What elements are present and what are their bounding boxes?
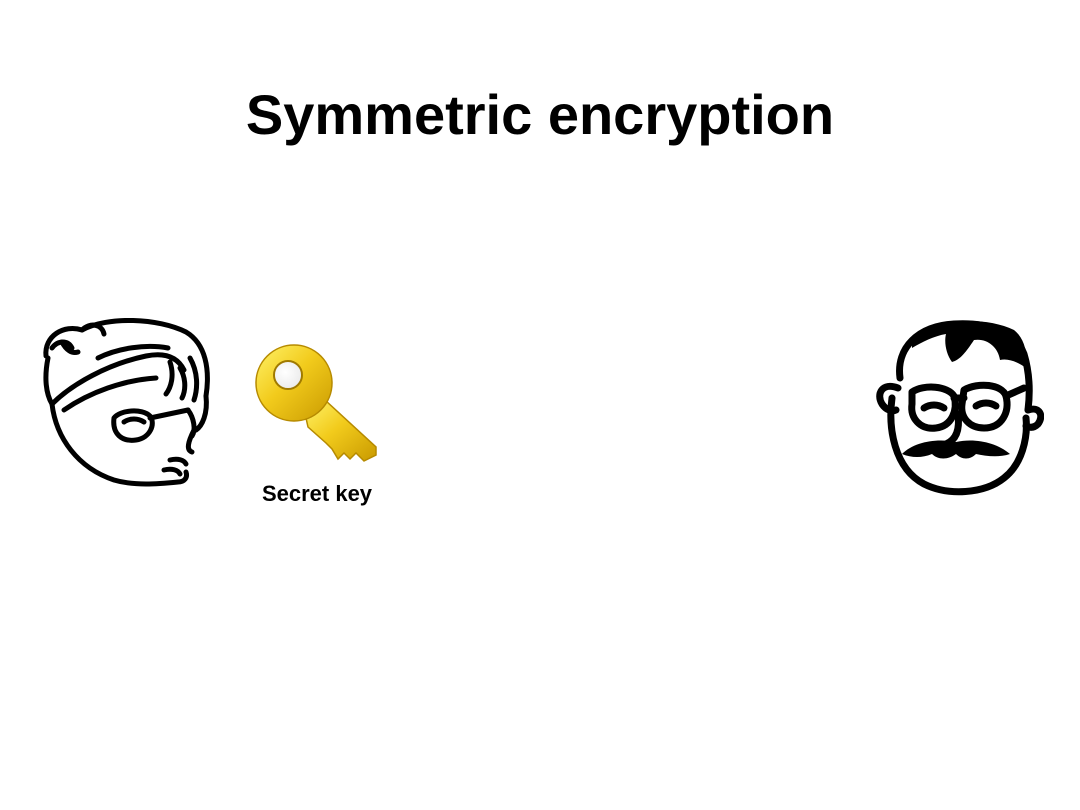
slide-title: Symmetric encryption (245, 83, 835, 146)
alice-face-icon (38, 318, 213, 490)
secret-key-label: Secret key (261, 481, 373, 506)
key-icon (252, 343, 380, 471)
bob-face-icon (874, 318, 1044, 496)
